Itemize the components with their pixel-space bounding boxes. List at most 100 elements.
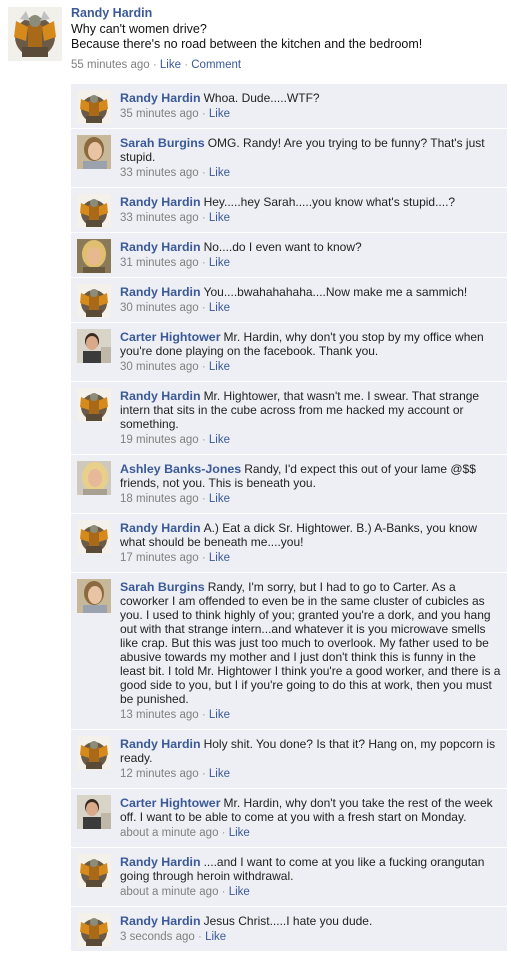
like-link[interactable]: Like xyxy=(209,108,230,120)
avatar[interactable] xyxy=(77,795,111,829)
comment-item: Sarah Burgins OMG. Randy! Are you trying … xyxy=(71,129,507,188)
like-link[interactable]: Like xyxy=(229,827,250,839)
comment-item: Randy Hardin A.) Eat a dick Sr. Hightower… xyxy=(71,514,507,573)
sarah-avatar-icon xyxy=(77,579,111,613)
avatar[interactable] xyxy=(77,579,111,613)
comment-meta: 30 minutes ago · Like xyxy=(120,360,501,374)
avatar[interactable] xyxy=(77,239,111,273)
comment-meta: 19 minutes ago · Like xyxy=(120,433,501,447)
like-link[interactable]: Like xyxy=(209,361,230,373)
comment-meta: 33 minutes ago · Like xyxy=(120,211,501,225)
avatar[interactable] xyxy=(77,520,111,554)
warrior-avatar-icon xyxy=(77,90,111,124)
comment-item: Carter Hightower Mr. Hardin, why don't yo… xyxy=(71,789,507,848)
separator: · xyxy=(221,886,226,898)
avatar[interactable] xyxy=(77,90,111,124)
like-link[interactable]: Like xyxy=(209,212,230,224)
separator: · xyxy=(198,931,202,943)
comment-author[interactable]: Carter Hightower xyxy=(120,330,221,344)
comment-body: Sarah Burgins Randy, I'm sorry, but I had… xyxy=(120,573,507,729)
avatar[interactable] xyxy=(77,736,111,770)
separator: · xyxy=(201,552,206,564)
like-link[interactable]: Like xyxy=(209,493,230,505)
post-meta: 55 minutes ago · Like · Comment xyxy=(71,59,501,71)
separator: · xyxy=(201,361,206,373)
like-link[interactable]: Like xyxy=(209,302,230,314)
comment-item: Carter Hightower Mr. Hardin, why don't yo… xyxy=(71,323,507,382)
comment-body: Ashley Banks-Jones Randy, I'd expect this… xyxy=(120,455,507,513)
comment-author[interactable]: Randy Hardin xyxy=(120,855,201,869)
separator: · xyxy=(184,59,189,71)
post-text-line-2: Because there's no road between the kitc… xyxy=(71,37,423,51)
comment-text: No....do I even want to know? xyxy=(203,240,362,254)
avatar[interactable] xyxy=(77,461,111,495)
comment-meta: 17 minutes ago · Like xyxy=(120,551,501,565)
comment-timestamp: 19 minutes ago xyxy=(120,434,199,446)
separator: · xyxy=(201,768,206,780)
like-link[interactable]: Like xyxy=(209,552,230,564)
comment-author[interactable]: Ashley Banks-Jones xyxy=(120,462,241,476)
warrior-avatar-icon xyxy=(77,520,111,554)
avatar[interactable] xyxy=(77,854,111,888)
like-link[interactable]: Like xyxy=(209,709,230,721)
warrior-avatar-icon xyxy=(77,854,111,888)
comment-author[interactable]: Randy Hardin xyxy=(120,91,201,105)
comment-author[interactable]: Randy Hardin xyxy=(120,195,201,209)
comment-timestamp: 13 minutes ago xyxy=(120,709,199,721)
blonde-avatar-icon xyxy=(77,239,111,273)
comment-body: Randy Hardin Jesus Christ.....I hate you … xyxy=(120,907,507,951)
like-link[interactable]: Like xyxy=(229,886,250,898)
comment-meta: 12 minutes ago · Like xyxy=(120,767,501,781)
comment-body: Randy Hardin ....and I want to come at yo… xyxy=(120,848,507,906)
comment-item: Randy Hardin Hey.....hey Sarah.....you kn… xyxy=(71,188,507,233)
comment-body: Randy Hardin No....do I even want to know… xyxy=(120,233,507,277)
separator: · xyxy=(152,59,157,71)
avatar[interactable] xyxy=(8,7,62,61)
comment-body: Randy Hardin Whoa. Dude.....WTF? 35 minute… xyxy=(120,84,507,128)
warrior-avatar-icon xyxy=(77,194,111,228)
comment-body: Randy Hardin A.) Eat a dick Sr. Hightower… xyxy=(120,514,507,572)
comment-author[interactable]: Randy Hardin xyxy=(120,240,201,254)
separator: · xyxy=(221,827,226,839)
comment-item: Ashley Banks-Jones Randy, I'd expect this… xyxy=(71,455,507,514)
comment-author[interactable]: Randy Hardin xyxy=(120,521,201,535)
sarah-avatar-icon xyxy=(77,135,111,169)
like-link[interactable]: Like xyxy=(209,434,230,446)
comment-timestamp: 30 minutes ago xyxy=(120,302,199,314)
like-link[interactable]: Like xyxy=(209,257,230,269)
comment-timestamp: 31 minutes ago xyxy=(120,257,199,269)
like-link[interactable]: Like xyxy=(209,768,230,780)
comment-item: Randy Hardin Holy shit. You done? Is that… xyxy=(71,730,507,789)
like-link[interactable]: Like xyxy=(205,931,226,943)
comment-timestamp: 3 seconds ago xyxy=(120,931,195,943)
avatar[interactable] xyxy=(77,388,111,422)
comment-author[interactable]: Randy Hardin xyxy=(120,914,201,928)
carter-avatar-icon xyxy=(77,795,111,829)
like-link[interactable]: Like xyxy=(209,167,230,179)
like-link[interactable]: Like xyxy=(160,59,181,71)
post-author[interactable]: Randy Hardin xyxy=(71,6,501,20)
separator: · xyxy=(201,434,206,446)
comment-body: Carter Hightower Mr. Hardin, why don't yo… xyxy=(120,789,507,847)
comments-list: Randy Hardin Whoa. Dude.....WTF? 35 minute… xyxy=(71,84,507,952)
avatar[interactable] xyxy=(77,194,111,228)
comment-author[interactable]: Randy Hardin xyxy=(120,737,201,751)
comment-author[interactable]: Sarah Burgins xyxy=(120,580,205,594)
separator: · xyxy=(201,302,206,314)
comment-body: Randy Hardin Hey.....hey Sarah.....you kn… xyxy=(120,188,507,232)
comment-author[interactable]: Randy Hardin xyxy=(120,389,201,403)
comment-author[interactable]: Randy Hardin xyxy=(120,285,201,299)
warrior-avatar-icon xyxy=(8,7,62,61)
comment-author[interactable]: Sarah Burgins xyxy=(120,136,205,150)
avatar[interactable] xyxy=(77,913,111,947)
avatar[interactable] xyxy=(77,135,111,169)
comment-item: Randy Hardin You....bwahahahaha....Now ma… xyxy=(71,278,507,323)
comment-timestamp: about a minute ago xyxy=(120,886,219,898)
avatar[interactable] xyxy=(77,284,111,318)
comment-timestamp: 12 minutes ago xyxy=(120,768,199,780)
comment-meta: 35 minutes ago · Like xyxy=(120,107,501,121)
comment-link[interactable]: Comment xyxy=(191,59,241,71)
avatar[interactable] xyxy=(77,329,111,363)
comment-timestamp: 33 minutes ago xyxy=(120,212,199,224)
comment-author[interactable]: Carter Hightower xyxy=(120,796,221,810)
